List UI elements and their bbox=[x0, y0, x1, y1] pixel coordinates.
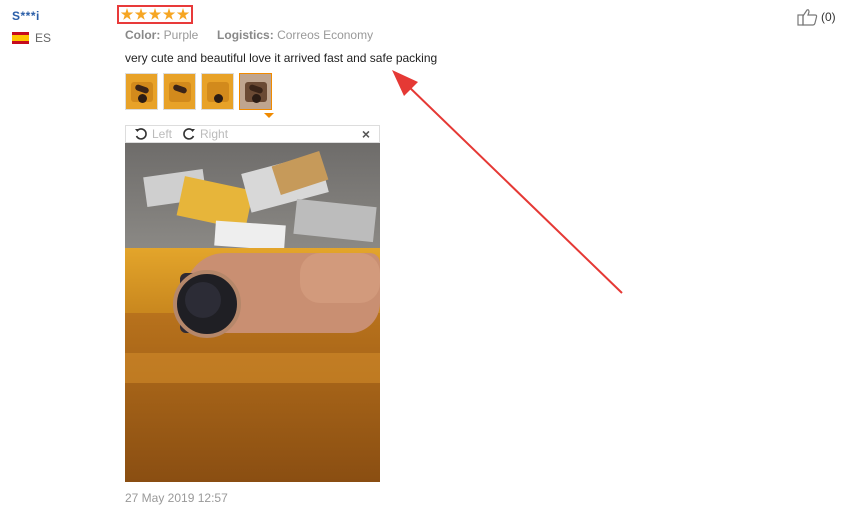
arrow-shaft bbox=[405, 83, 623, 294]
annotation-arrow bbox=[392, 70, 623, 294]
